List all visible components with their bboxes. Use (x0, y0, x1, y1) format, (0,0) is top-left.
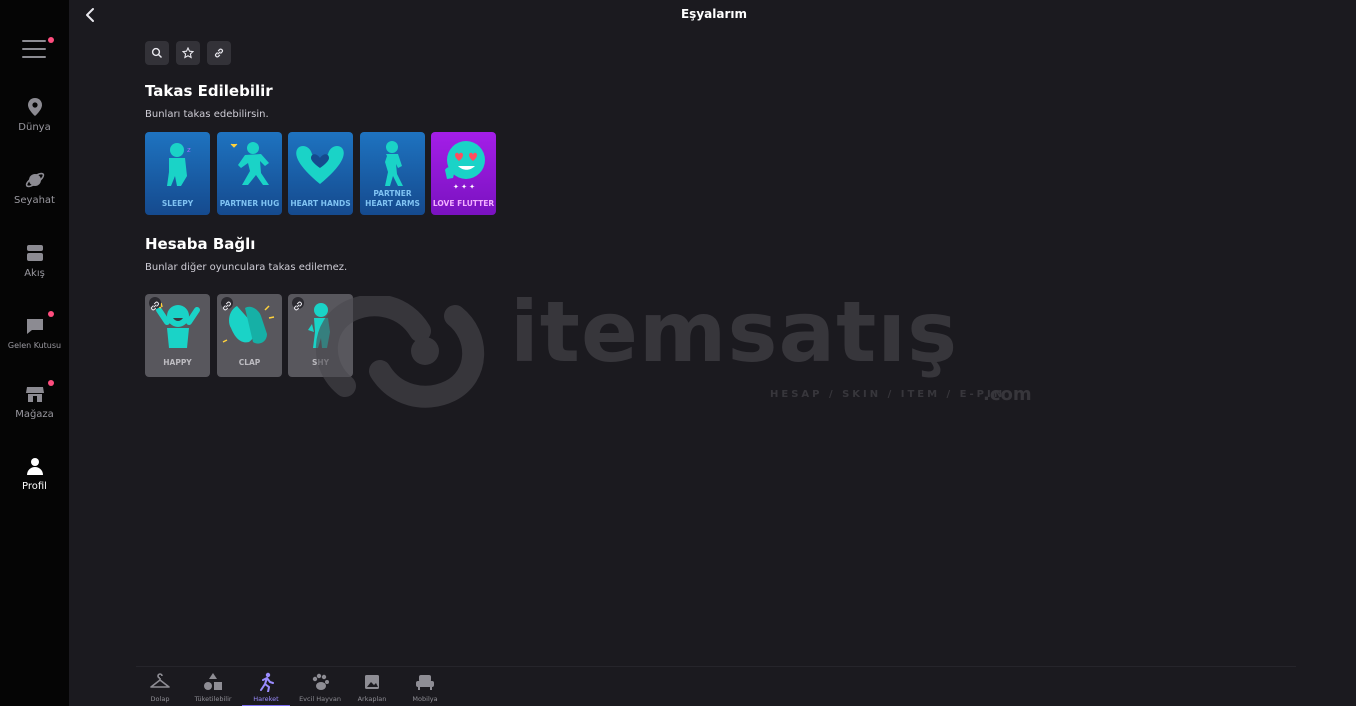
tab-label: Evcil Hayvan (299, 695, 341, 703)
tab-hareket[interactable]: Hareket (239, 672, 293, 706)
watermark-logo-icon (315, 296, 485, 408)
emote-card-heart-hands[interactable]: HEART HANDS (288, 132, 353, 215)
card-label: CLAP (238, 358, 261, 367)
sidebar-item-label: Gelen Kutusu (7, 341, 62, 350)
sidebar-item-akis[interactable]: Akış (0, 242, 69, 279)
emote-card-clap[interactable]: CLAP (217, 294, 282, 377)
search-icon (151, 47, 162, 58)
card-label: PARTNER HUG (219, 199, 280, 208)
emote-card-sleepy[interactable]: z SLEEPY (145, 132, 210, 215)
notification-dot (48, 37, 54, 43)
love-flutter-figure-icon: ✦ ✦ ✦ (445, 141, 485, 190)
link-icon (149, 297, 161, 311)
paw-icon (312, 673, 329, 690)
sidebar-item-label: Mağaza (15, 409, 54, 420)
emote-card-happy[interactable]: HAPPY (145, 294, 210, 377)
person-icon (26, 458, 43, 475)
tab-label: Hareket (253, 695, 279, 703)
card-label: HEART HANDS (290, 199, 351, 208)
tab-label: Mobilya (412, 695, 438, 703)
menu-icon[interactable] (22, 40, 46, 60)
sidebar-item-dunya[interactable]: Dünya (0, 96, 69, 133)
tab-dolap[interactable]: Dolap (133, 672, 187, 703)
running-figure-icon (260, 672, 274, 692)
heart-hands-figure-icon (296, 146, 344, 184)
watermark: itemsatış HESAP / SKIN / ITEM / E-PIN .c… (315, 290, 1055, 408)
app-root: Dünya Seyahat Akış Gelen Kutusu Mağaza P… (0, 0, 1356, 706)
emote-card-partner-heart-arms[interactable]: PARTNER HEART ARMS (360, 132, 425, 215)
tradeable-section-title: Takas Edilebilir (145, 82, 273, 100)
link-icon (221, 297, 233, 311)
tab-arkaplan[interactable]: Arkaplan (345, 672, 399, 703)
svg-text:z: z (187, 146, 191, 154)
bound-filter-button[interactable] (207, 41, 231, 65)
sidebar-item-gelen-kutusu[interactable]: Gelen Kutusu (0, 315, 69, 350)
planet-icon (25, 172, 44, 188)
link-icon (292, 297, 304, 311)
sofa-icon (416, 675, 434, 690)
map-pin-icon (27, 98, 42, 116)
tab-label: Arkaplan (357, 695, 387, 703)
back-arrow-icon[interactable] (82, 6, 100, 24)
sidebar: Dünya Seyahat Akış Gelen Kutusu Mağaza P… (0, 0, 69, 706)
feed-icon (26, 245, 43, 261)
card-label: SLEEPY (161, 199, 194, 208)
sleepy-figure-icon: z (167, 143, 191, 186)
sidebar-item-profil[interactable]: Profil (0, 455, 69, 492)
watermark-text: itemsatış (510, 283, 959, 381)
svg-text:✦ ✦ ✦: ✦ ✦ ✦ (453, 183, 475, 190)
category-tab-bar: Dolap Tüketilebilir Hareket Evcil Hayvan… (136, 666, 1296, 706)
star-icon (182, 47, 194, 59)
card-label: HAPPY (163, 358, 192, 367)
store-icon (25, 387, 44, 402)
card-label: PARTNER HEART ARMS (365, 189, 420, 208)
link-icon (214, 48, 224, 58)
sidebar-item-seyahat[interactable]: Seyahat (0, 169, 69, 206)
partner-hug-figure-icon (230, 142, 269, 185)
emote-card-partner-hug[interactable]: PARTNER HUG (217, 132, 282, 215)
sidebar-item-label: Dünya (18, 122, 51, 133)
bound-section-title: Hesaba Bağlı (145, 235, 256, 253)
shapes-icon (204, 673, 222, 690)
favorite-button[interactable] (176, 41, 200, 65)
image-icon (365, 675, 379, 689)
page-title: Eşyalarım (680, 7, 747, 21)
sidebar-item-label: Profil (22, 481, 47, 492)
bound-section-subtitle: Bunlar diğer oyunculara takas edilemez. (145, 262, 348, 273)
sidebar-item-magaza[interactable]: Mağaza (0, 383, 69, 420)
search-button[interactable] (145, 41, 169, 65)
sidebar-item-label: Seyahat (14, 195, 55, 206)
tab-tuketilebilir[interactable]: Tüketilebilir (186, 672, 240, 703)
chat-bubble-icon (26, 319, 43, 334)
card-label: LOVE FLUTTER (432, 199, 495, 208)
tab-label: Dolap (150, 695, 170, 703)
watermark-domain: .com (983, 384, 1032, 405)
tradeable-section-subtitle: Bunları takas edebilirsin. (145, 109, 269, 120)
notification-dot (48, 311, 54, 317)
partner-heart-arms-figure-icon (385, 141, 403, 186)
hanger-icon (150, 673, 170, 688)
watermark-subtext: HESAP / SKIN / ITEM / E-PIN (770, 389, 1006, 400)
sidebar-item-label: Akış (24, 268, 45, 279)
notification-dot (48, 380, 54, 386)
tab-label: Tüketilebilir (194, 695, 232, 703)
tab-mobilya[interactable]: Mobilya (398, 672, 452, 703)
emote-card-love-flutter[interactable]: ✦ ✦ ✦ LOVE FLUTTER (431, 132, 496, 215)
tab-evcil-hayvan[interactable]: Evcil Hayvan (293, 672, 347, 703)
